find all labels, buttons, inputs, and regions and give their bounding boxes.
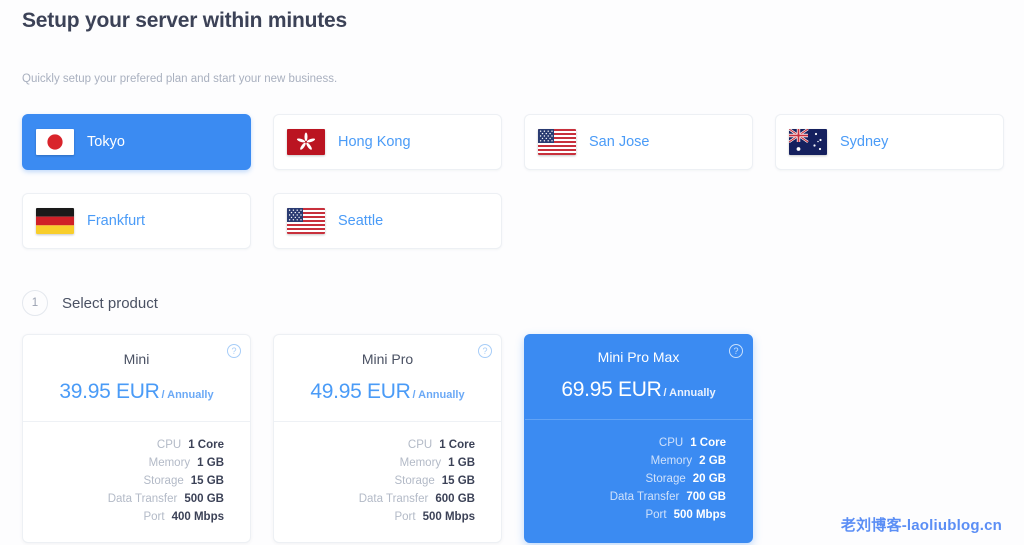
step-label: Select product — [62, 294, 158, 312]
step-number-badge: 1 — [22, 290, 48, 316]
spec-row-storage: Storage 15 GB — [49, 472, 224, 490]
spec-label: Memory — [399, 457, 442, 469]
spec-label: Storage — [645, 473, 686, 485]
location-label: Hong Kong — [338, 134, 411, 150]
spec-value: 15 GB — [190, 475, 224, 487]
spec-row-cpu: CPU 1 Core — [300, 436, 475, 454]
spec-row-port: Port 500 Mbps — [300, 508, 475, 526]
us-flag-icon — [287, 208, 325, 234]
spec-label: Memory — [148, 457, 191, 469]
product-spec-list: CPU 1 Core Memory 1 GB Storage 15 GB Data Tran… — [23, 422, 250, 542]
step-header: 1 Select product — [22, 290, 1002, 316]
product-name: Mini Pro — [361, 351, 414, 367]
product-billing-period: / Annually — [412, 389, 465, 401]
spec-value: 400 Mbps — [171, 511, 224, 523]
location-card-san-jose[interactable]: San Jose — [524, 114, 753, 170]
product-price-line: 49.95 EUR / Annually — [274, 380, 501, 404]
location-card-frankfurt[interactable]: Frankfurt — [22, 193, 251, 249]
spec-value: 20 GB — [692, 473, 726, 485]
spec-value: 15 GB — [441, 475, 475, 487]
spec-label: CPU — [658, 437, 684, 449]
spec-label: Data Transfer — [609, 491, 680, 503]
location-card-seattle[interactable]: Seattle — [273, 193, 502, 249]
product-card-mini[interactable]: ? Mini 39.95 EUR / Annually CPU 1 Core Memory 1… — [22, 334, 251, 543]
product-price: 49.95 EUR — [310, 380, 411, 403]
product-billing-period: / Annually — [161, 389, 214, 401]
question-mark-icon[interactable]: ? — [227, 344, 241, 358]
product-price-line: 39.95 EUR / Annually — [23, 380, 250, 404]
spec-label: Data Transfer — [107, 493, 178, 505]
product-name: Mini Pro Max — [597, 349, 680, 365]
location-label: Sydney — [840, 134, 889, 150]
jp-flag-icon — [36, 129, 74, 155]
location-card-sydney[interactable]: Sydney — [775, 114, 1004, 170]
location-label: Seattle — [338, 213, 384, 229]
spec-label: Port — [394, 511, 416, 523]
spec-label: Storage — [394, 475, 435, 487]
location-card-tokyo[interactable]: Tokyo — [22, 114, 251, 170]
de-flag-icon — [36, 208, 74, 234]
product-price: 39.95 EUR — [59, 380, 160, 403]
spec-row-data-transfer: Data Transfer 500 GB — [49, 490, 224, 508]
page-title: Setup your server within minutes — [22, 9, 348, 32]
spec-value: 1 Core — [690, 437, 726, 449]
spec-label: CPU — [407, 439, 433, 451]
hk-flag-icon — [287, 129, 325, 155]
spec-row-storage: Storage 20 GB — [551, 470, 726, 488]
location-label: San Jose — [589, 134, 650, 150]
spec-value: 1 GB — [197, 457, 224, 469]
product-price-line: 69.95 EUR / Annually — [525, 378, 752, 402]
product-header: Mini Pro Max 69.95 EUR / Annually — [525, 335, 752, 419]
spec-row-data-transfer: Data Transfer 600 GB — [300, 490, 475, 508]
product-header: Mini 39.95 EUR / Annually — [23, 335, 250, 421]
question-mark-icon[interactable]: ? — [729, 344, 743, 358]
spec-row-storage: Storage 15 GB — [300, 472, 475, 490]
product-name: Mini — [123, 351, 150, 367]
location-grid: Tokyo Hong Kong San Jose Sydney Frankfurt Sea… — [22, 114, 1004, 249]
spec-value: 600 GB — [435, 493, 475, 505]
spec-row-port: Port 500 Mbps — [551, 506, 726, 524]
spec-row-data-transfer: Data Transfer 700 GB — [551, 488, 726, 506]
spec-row-cpu: CPU 1 Core — [49, 436, 224, 454]
spec-row-cpu: CPU 1 Core — [551, 434, 726, 452]
spec-value: 1 Core — [188, 439, 224, 451]
product-card-mini-pro[interactable]: ? Mini Pro 49.95 EUR / Annually CPU 1 Core Mem… — [273, 334, 502, 543]
spec-row-memory: Memory 1 GB — [300, 454, 475, 472]
location-label: Tokyo — [87, 134, 125, 150]
question-mark-icon[interactable]: ? — [478, 344, 492, 358]
au-flag-icon — [789, 129, 827, 155]
product-billing-period: / Annually — [663, 387, 716, 399]
spec-value: 500 Mbps — [673, 509, 726, 521]
product-spec-list: CPU 1 Core Memory 2 GB Storage 20 GB Data Tran… — [525, 420, 752, 540]
us-flag-icon — [538, 129, 576, 155]
spec-row-memory: Memory 1 GB — [49, 454, 224, 472]
site-watermark: 老刘博客-laoliublog.cn — [840, 517, 1002, 534]
product-card-mini-pro-max[interactable]: ? Mini Pro Max 69.95 EUR / Annually CPU 1 Cor… — [524, 334, 753, 543]
location-card-hong-kong[interactable]: Hong Kong — [273, 114, 502, 170]
page-subtitle: Quickly setup your prefered plan and sta… — [22, 73, 338, 85]
location-label: Frankfurt — [87, 213, 146, 229]
spec-value: 500 GB — [184, 493, 224, 505]
spec-label: Memory — [650, 455, 693, 467]
spec-label: Port — [645, 509, 667, 521]
product-price: 69.95 EUR — [561, 378, 662, 401]
spec-value: 1 Core — [439, 439, 475, 451]
spec-label: Data Transfer — [358, 493, 429, 505]
spec-value: 2 GB — [699, 455, 726, 467]
spec-row-memory: Memory 2 GB — [551, 452, 726, 470]
spec-value: 500 Mbps — [422, 511, 475, 523]
setup-server-page: Setup your server within minutes Quickly… — [0, 0, 1024, 545]
product-header: Mini Pro 49.95 EUR / Annually — [274, 335, 501, 421]
spec-label: Storage — [143, 475, 184, 487]
spec-label: CPU — [156, 439, 182, 451]
product-grid: ? Mini 39.95 EUR / Annually CPU 1 Core Memory 1… — [22, 334, 1002, 543]
spec-value: 1 GB — [448, 457, 475, 469]
product-spec-list: CPU 1 Core Memory 1 GB Storage 15 GB Data Tran… — [274, 422, 501, 542]
spec-row-port: Port 400 Mbps — [49, 508, 224, 526]
spec-value: 700 GB — [686, 491, 726, 503]
spec-label: Port — [143, 511, 165, 523]
